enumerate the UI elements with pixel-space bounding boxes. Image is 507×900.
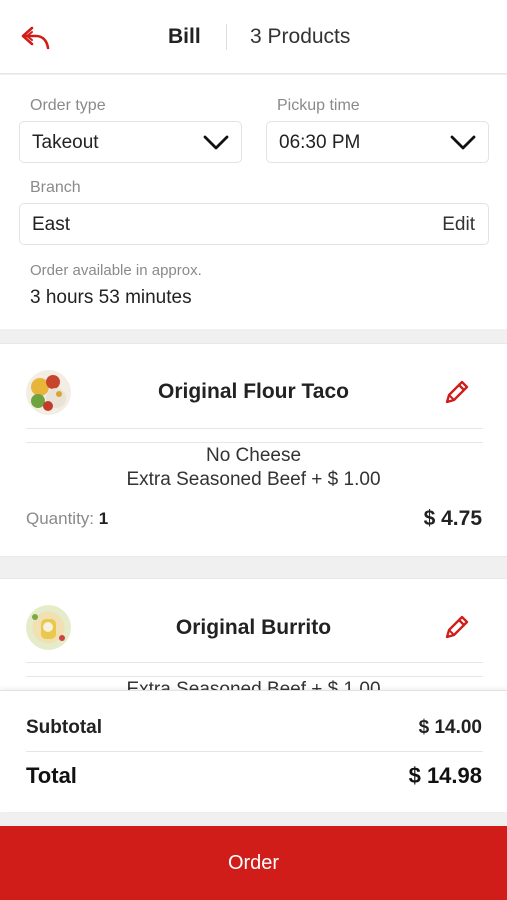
availability-label: Order available in approx. (30, 262, 202, 279)
availability-value: 3 hours 53 minutes (30, 287, 192, 308)
divider (26, 751, 483, 752)
pencil-icon[interactable] (442, 612, 472, 642)
branch-field: East Edit (19, 203, 489, 245)
order-type-select[interactable]: Takeout (19, 121, 242, 163)
quantity-value: 1 (98, 509, 109, 528)
pickup-time-label: Pickup time (277, 97, 360, 114)
order-details-panel: Order type Takeout Pickup time 06:30 PM … (0, 75, 507, 329)
total-label: Total (26, 763, 77, 788)
product-option: Extra Seasoned Beef + $ 1.00 (126, 469, 381, 490)
back-button[interactable] (20, 24, 52, 52)
pickup-time-select[interactable]: 06:30 PM (266, 121, 489, 163)
reply-arrow-icon (21, 26, 50, 50)
product-card: Original Flour Taco No Cheese Extra Seas… (0, 343, 507, 557)
quantity-text: Quantity: 1 (26, 509, 108, 529)
pickup-time-value: 06:30 PM (279, 132, 361, 153)
burrito-image (26, 605, 71, 650)
subtotal-label: Subtotal (26, 717, 102, 738)
divider (26, 662, 483, 663)
header-bar: Bill 3 Products (0, 0, 507, 74)
header-divider (226, 24, 227, 50)
branch-edit-button[interactable]: Edit (442, 214, 475, 236)
product-price: $ 4.75 (423, 507, 482, 530)
pencil-icon[interactable] (442, 377, 472, 407)
totals-panel: Subtotal $ 14.00 Total $ 14.98 (0, 690, 507, 812)
subtotal-value: $ 14.00 (418, 717, 482, 738)
product-count: 3 Products (250, 25, 351, 48)
quantity-label: Quantity: (26, 509, 95, 528)
divider (26, 428, 483, 429)
page-title: Bill (168, 25, 201, 48)
order-type-label: Order type (30, 97, 106, 114)
divider (26, 676, 483, 677)
product-name: Original Flour Taco (158, 380, 349, 403)
product-name: Original Burrito (175, 616, 332, 639)
product-option: No Cheese (205, 445, 302, 466)
order-button[interactable]: Order (0, 826, 507, 900)
total-value: $ 14.98 (408, 763, 482, 788)
taco-image (26, 370, 71, 415)
branch-label: Branch (30, 179, 81, 196)
divider (26, 442, 483, 443)
order-type-value: Takeout (32, 132, 99, 153)
chevron-down-icon (450, 135, 476, 150)
branch-value: East (32, 214, 71, 235)
chevron-down-icon (203, 135, 229, 150)
